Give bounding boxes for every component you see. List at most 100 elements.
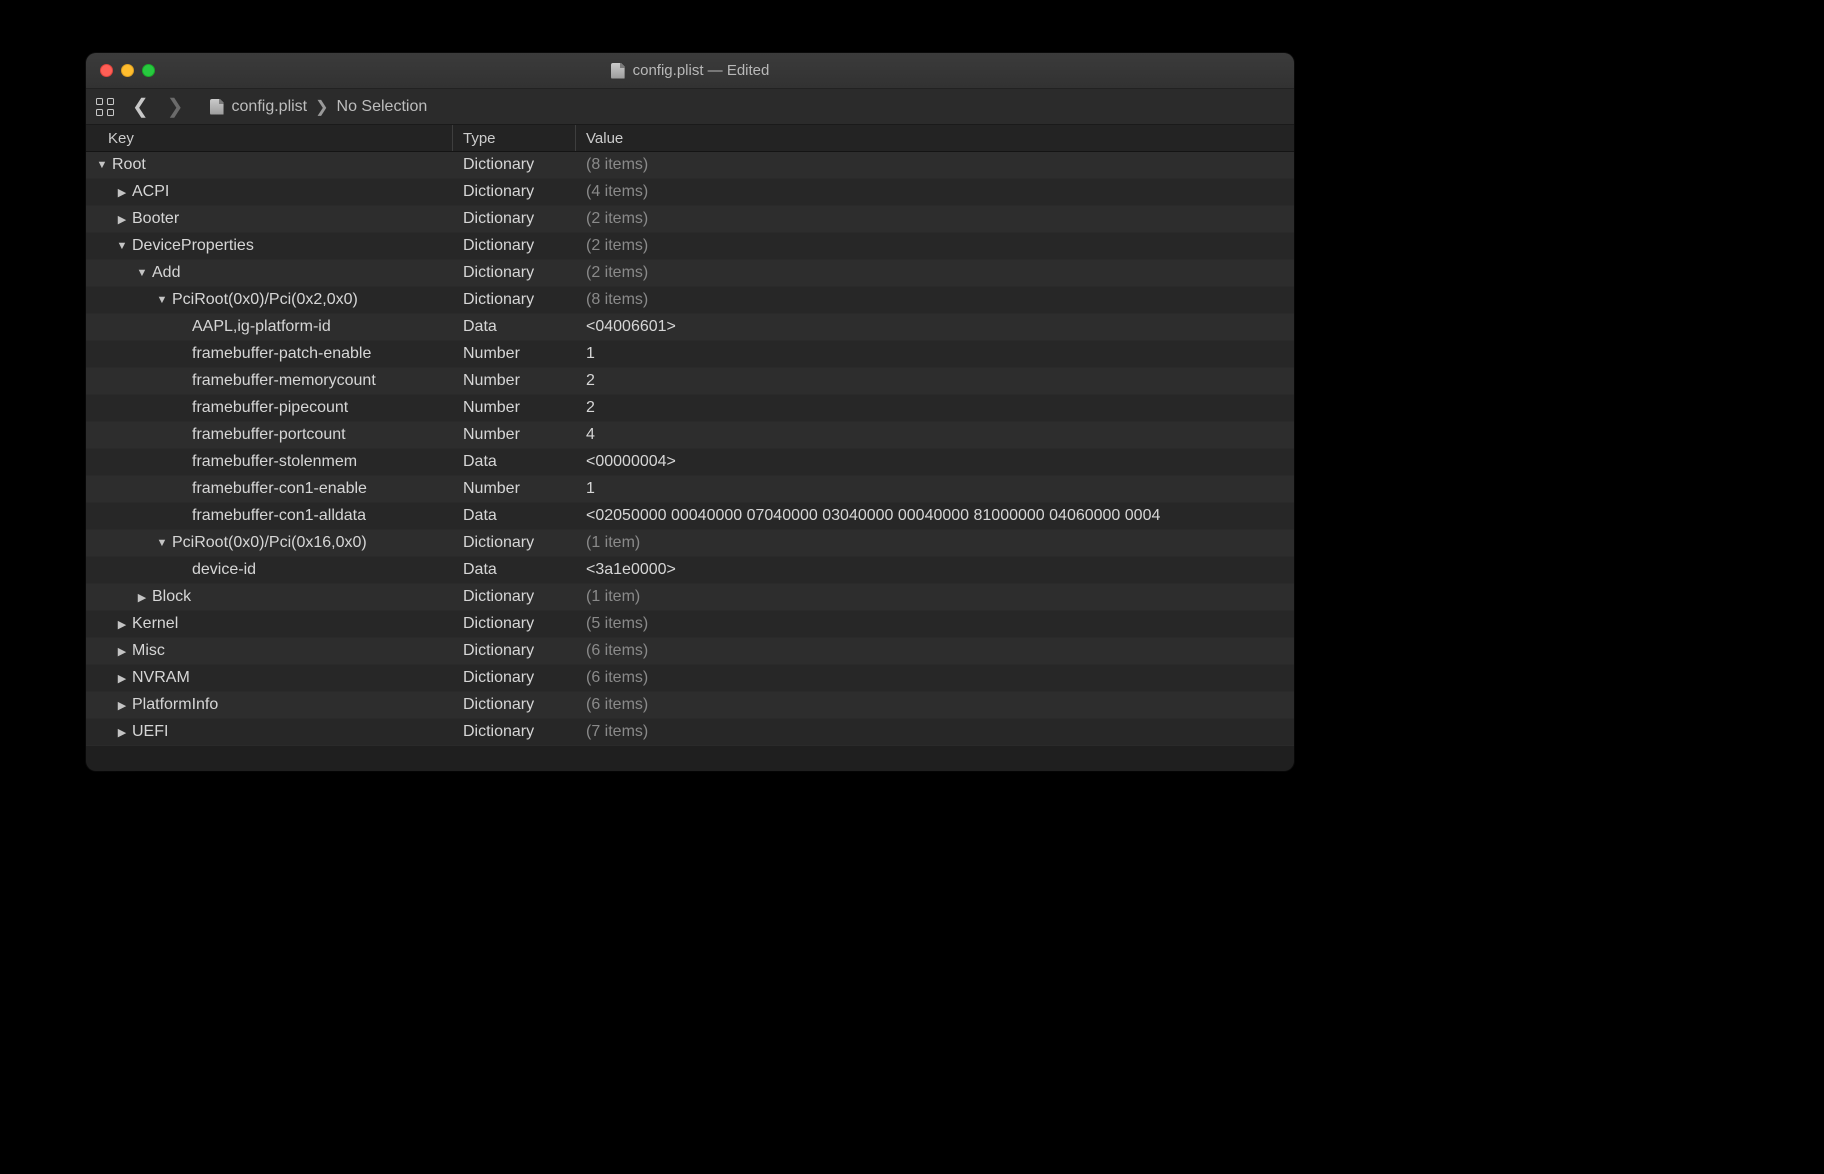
cell-key[interactable]: ▼Root	[86, 156, 453, 174]
close-icon[interactable]	[100, 64, 113, 77]
cell-key[interactable]: ▶UEFI	[86, 723, 453, 741]
table-row[interactable]: ▶MiscDictionary(6 items)	[86, 638, 1294, 665]
cell-type[interactable]: Dictionary	[453, 588, 576, 606]
minimize-icon[interactable]	[121, 64, 134, 77]
cell-value[interactable]: (4 items)	[576, 183, 1294, 201]
cell-key[interactable]: framebuffer-con1-alldata	[86, 507, 453, 525]
table-row[interactable]: ▶NVRAMDictionary(6 items)	[86, 665, 1294, 692]
disclosure-right-icon[interactable]: ▶	[136, 591, 148, 604]
table-row[interactable]: ▶KernelDictionary(5 items)	[86, 611, 1294, 638]
cell-value[interactable]: <04006601>	[576, 318, 1294, 336]
table-row[interactable]: framebuffer-con1-alldataData<02050000 00…	[86, 503, 1294, 530]
cell-value[interactable]: <00000004>	[576, 453, 1294, 471]
cell-value[interactable]: (2 items)	[576, 237, 1294, 255]
cell-type[interactable]: Data	[453, 318, 576, 336]
cell-value[interactable]: (8 items)	[576, 291, 1294, 309]
cell-type[interactable]: Number	[453, 399, 576, 417]
table-row[interactable]: device-idData<3a1e0000>	[86, 557, 1294, 584]
cell-key[interactable]: framebuffer-memorycount	[86, 372, 453, 390]
cell-key[interactable]: ▶Misc	[86, 642, 453, 660]
cell-type[interactable]: Number	[453, 345, 576, 363]
table-row[interactable]: framebuffer-pipecountNumber2	[86, 395, 1294, 422]
cell-type[interactable]: Dictionary	[453, 156, 576, 174]
zoom-icon[interactable]	[142, 64, 155, 77]
cell-key[interactable]: framebuffer-patch-enable	[86, 345, 453, 363]
cell-value[interactable]: 1	[576, 345, 1294, 363]
cell-key[interactable]: device-id	[86, 561, 453, 579]
cell-key[interactable]: ▶ACPI	[86, 183, 453, 201]
table-row[interactable]: framebuffer-portcountNumber4	[86, 422, 1294, 449]
table-row[interactable]: ▼PciRoot(0x0)/Pci(0x2,0x0)Dictionary(8 i…	[86, 287, 1294, 314]
table-row[interactable]: ▶UEFIDictionary(7 items)	[86, 719, 1294, 746]
cell-value[interactable]: (5 items)	[576, 615, 1294, 633]
cell-type[interactable]: Number	[453, 372, 576, 390]
cell-value[interactable]: (6 items)	[576, 696, 1294, 714]
table-row[interactable]: ▶BlockDictionary(1 item)	[86, 584, 1294, 611]
cell-type[interactable]: Data	[453, 507, 576, 525]
related-items-icon[interactable]	[96, 98, 114, 116]
table-row[interactable]: framebuffer-con1-enableNumber1	[86, 476, 1294, 503]
cell-value[interactable]: 2	[576, 399, 1294, 417]
table-row[interactable]: ▼RootDictionary(8 items)	[86, 152, 1294, 179]
table-row[interactable]: ▼DevicePropertiesDictionary(2 items)	[86, 233, 1294, 260]
cell-type[interactable]: Dictionary	[453, 264, 576, 282]
table-row[interactable]: ▶PlatformInfoDictionary(6 items)	[86, 692, 1294, 719]
cell-value[interactable]: (2 items)	[576, 264, 1294, 282]
column-header-value[interactable]: Value	[576, 125, 1294, 151]
cell-value[interactable]: (8 items)	[576, 156, 1294, 174]
disclosure-down-icon[interactable]: ▼	[116, 240, 128, 252]
cell-value[interactable]: <3a1e0000>	[576, 561, 1294, 579]
nav-back-button[interactable]: ❮	[126, 97, 155, 117]
cell-type[interactable]: Dictionary	[453, 237, 576, 255]
cell-type[interactable]: Number	[453, 426, 576, 444]
cell-key[interactable]: ▼PciRoot(0x0)/Pci(0x16,0x0)	[86, 534, 453, 552]
column-header-type[interactable]: Type	[453, 125, 576, 151]
cell-type[interactable]: Number	[453, 480, 576, 498]
plist-outline[interactable]: ▼RootDictionary(8 items)▶ACPIDictionary(…	[86, 152, 1294, 771]
table-row[interactable]: ▶ACPIDictionary(4 items)	[86, 179, 1294, 206]
cell-key[interactable]: ▼DeviceProperties	[86, 237, 453, 255]
cell-value[interactable]: (6 items)	[576, 642, 1294, 660]
cell-value[interactable]: (7 items)	[576, 723, 1294, 741]
table-row[interactable]: ▶BooterDictionary(2 items)	[86, 206, 1294, 233]
cell-type[interactable]: Dictionary	[453, 669, 576, 687]
cell-value[interactable]: 1	[576, 480, 1294, 498]
cell-key[interactable]: ▶Booter	[86, 210, 453, 228]
cell-value[interactable]: (1 item)	[576, 534, 1294, 552]
cell-value[interactable]: (6 items)	[576, 669, 1294, 687]
cell-type[interactable]: Dictionary	[453, 642, 576, 660]
cell-value[interactable]: 4	[576, 426, 1294, 444]
disclosure-down-icon[interactable]: ▼	[156, 537, 168, 549]
disclosure-right-icon[interactable]: ▶	[116, 699, 128, 712]
cell-key[interactable]: framebuffer-stolenmem	[86, 453, 453, 471]
cell-type[interactable]: Dictionary	[453, 534, 576, 552]
cell-key[interactable]: AAPL,ig-platform-id	[86, 318, 453, 336]
cell-key[interactable]: ▶PlatformInfo	[86, 696, 453, 714]
table-row[interactable]: framebuffer-stolenmemData<00000004>	[86, 449, 1294, 476]
table-row[interactable]: framebuffer-patch-enableNumber1	[86, 341, 1294, 368]
cell-type[interactable]: Dictionary	[453, 291, 576, 309]
cell-key[interactable]: framebuffer-pipecount	[86, 399, 453, 417]
nav-forward-button[interactable]: ❯	[161, 97, 190, 117]
cell-value[interactable]: (2 items)	[576, 210, 1294, 228]
cell-type[interactable]: Dictionary	[453, 615, 576, 633]
cell-type[interactable]: Dictionary	[453, 183, 576, 201]
disclosure-down-icon[interactable]: ▼	[156, 294, 168, 306]
cell-key[interactable]: framebuffer-con1-enable	[86, 480, 453, 498]
disclosure-right-icon[interactable]: ▶	[116, 618, 128, 631]
disclosure-right-icon[interactable]: ▶	[116, 726, 128, 739]
cell-value[interactable]: (1 item)	[576, 588, 1294, 606]
disclosure-down-icon[interactable]: ▼	[96, 159, 108, 171]
cell-key[interactable]: ▶NVRAM	[86, 669, 453, 687]
column-header-key[interactable]: Key	[86, 125, 453, 151]
cell-value[interactable]: <02050000 00040000 07040000 03040000 000…	[576, 507, 1294, 525]
breadcrumb[interactable]: config.plist ❯ No Selection	[210, 97, 428, 117]
table-row[interactable]: framebuffer-memorycountNumber2	[86, 368, 1294, 395]
cell-key[interactable]: ▼Add	[86, 264, 453, 282]
cell-type[interactable]: Dictionary	[453, 696, 576, 714]
disclosure-right-icon[interactable]: ▶	[116, 645, 128, 658]
cell-key[interactable]: ▼PciRoot(0x0)/Pci(0x2,0x0)	[86, 291, 453, 309]
cell-key[interactable]: ▶Block	[86, 588, 453, 606]
disclosure-right-icon[interactable]: ▶	[116, 672, 128, 685]
table-row[interactable]: ▼PciRoot(0x0)/Pci(0x16,0x0)Dictionary(1 …	[86, 530, 1294, 557]
